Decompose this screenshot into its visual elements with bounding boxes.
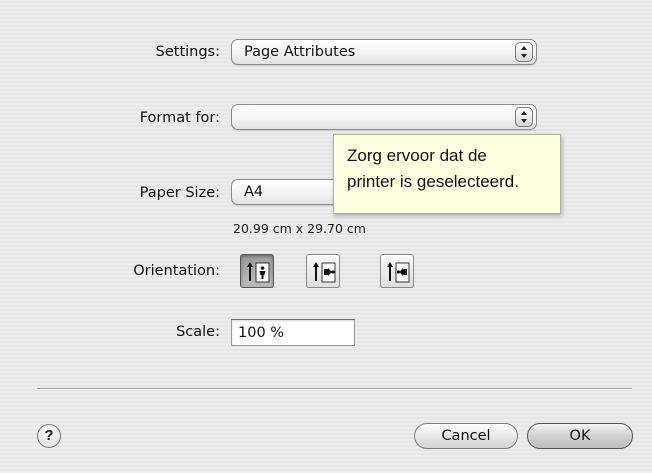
scale-label: Scale: — [176, 324, 220, 340]
paper-size-value: A4 — [244, 184, 264, 200]
orientation-portrait-button[interactable] — [240, 254, 274, 288]
orientation-label: Orientation: — [133, 263, 220, 279]
help-button[interactable]: ? — [37, 424, 61, 448]
settings-value: Page Attributes — [244, 44, 356, 60]
popup-arrows-icon — [515, 107, 533, 127]
orientation-landscape-right-button[interactable] — [380, 254, 414, 288]
format-for-label: Format for: — [139, 110, 220, 126]
landscape-right-icon — [387, 262, 410, 283]
popup-arrows-icon — [515, 42, 533, 62]
scale-field-wrapper — [231, 319, 355, 346]
settings-popup[interactable]: Page Attributes — [231, 39, 537, 65]
format-for-popup[interactable] — [231, 104, 537, 130]
cancel-button[interactable]: Cancel — [414, 423, 518, 449]
ok-button[interactable]: OK — [527, 423, 633, 449]
printer-tooltip: Zorg ervoor dat de printer is geselectee… — [333, 134, 561, 214]
paper-dimensions: 20.99 cm x 29.70 cm — [233, 221, 366, 236]
paper-size-label: Paper Size: — [139, 185, 220, 201]
settings-label: Settings: — [155, 44, 220, 60]
landscape-left-icon — [313, 262, 336, 283]
tooltip-line-1: Zorg ervoor dat de — [347, 146, 487, 165]
scale-input[interactable] — [232, 320, 354, 345]
tooltip-line-2: printer is geselecteerd. — [347, 172, 519, 191]
divider — [37, 388, 632, 390]
orientation-landscape-left-button[interactable] — [306, 254, 340, 288]
portrait-icon — [247, 262, 270, 283]
